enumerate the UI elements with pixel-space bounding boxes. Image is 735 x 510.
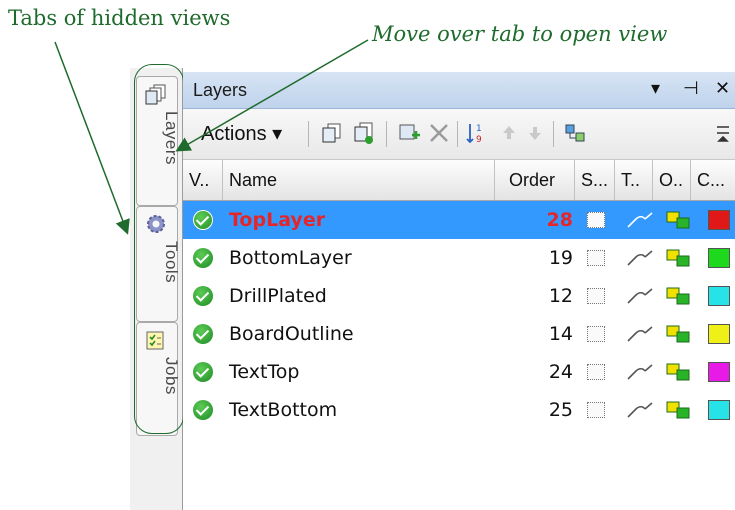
actions-dropdown-button[interactable]: Actions ▾: [201, 121, 282, 146]
visible-check-icon[interactable]: [193, 324, 213, 344]
layers-panel: Layers ▾ ⊣ ✕ Actions ▾ 1 9 V.. Name Orde…: [183, 72, 735, 510]
toolbar-overflow-icon[interactable]: [711, 121, 735, 145]
pencil-link-icon[interactable]: [626, 325, 654, 343]
move-up-icon[interactable]: [497, 121, 521, 145]
select-checkbox[interactable]: [587, 250, 605, 266]
pencil-link-icon[interactable]: [626, 249, 654, 267]
visible-check-icon[interactable]: [193, 362, 213, 382]
layer-name: TextBottom: [229, 399, 338, 421]
layer-color-swatch[interactable]: [708, 362, 730, 382]
toolbar-separator: [553, 121, 554, 147]
panel-titlebar: Layers ▾ ⊣ ✕: [183, 72, 735, 109]
layer-name: DrillPlated: [229, 285, 327, 307]
column-header-order[interactable]: Order: [495, 160, 575, 200]
visible-check-icon[interactable]: [193, 248, 213, 268]
visible-check-icon[interactable]: [193, 400, 213, 420]
annotation-move-over-tab: Move over tab to open view: [372, 22, 668, 46]
panel-menu-dropdown-button[interactable]: ▾: [651, 78, 660, 99]
delete-icon[interactable]: [427, 121, 451, 145]
toolbar-separator: [386, 121, 387, 147]
layer-color-swatch[interactable]: [708, 400, 730, 420]
layer-color-swatch[interactable]: [708, 210, 730, 230]
layer-order: 28: [546, 209, 573, 231]
move-down-icon[interactable]: [523, 121, 547, 145]
layer-color-swatch[interactable]: [708, 248, 730, 268]
layer-order: 24: [548, 361, 573, 383]
table-row[interactable]: TextTop 24: [183, 353, 735, 391]
select-checkbox[interactable]: [587, 402, 605, 418]
layer-objects-icon[interactable]: [665, 362, 693, 382]
select-checkbox[interactable]: [587, 364, 605, 380]
column-header-name[interactable]: Name: [223, 160, 495, 200]
toolbar-separator: [308, 121, 309, 147]
select-checkbox[interactable]: [587, 326, 605, 342]
layers-table-header: V.. Name Order S... T.. O.. C...: [183, 160, 735, 201]
layer-objects-icon[interactable]: [665, 210, 693, 230]
layer-name: TopLayer: [229, 209, 326, 231]
toolbar-separator: [457, 121, 458, 147]
table-row[interactable]: TopLayer 28: [183, 201, 735, 239]
layer-properties-icon[interactable]: [563, 121, 587, 145]
arrow-to-tabs: [54, 41, 130, 235]
select-checkbox[interactable]: [587, 212, 605, 228]
layer-order: 19: [548, 247, 573, 269]
layer-name: BoardOutline: [229, 323, 354, 345]
layer-objects-icon[interactable]: [665, 324, 693, 344]
table-row[interactable]: BottomLayer 19: [183, 239, 735, 277]
visible-check-icon[interactable]: [193, 210, 213, 230]
pencil-link-icon[interactable]: [626, 287, 654, 305]
new-layer-icon[interactable]: [351, 121, 375, 145]
panel-title: Layers: [193, 80, 248, 100]
pencil-link-icon[interactable]: [626, 363, 654, 381]
layer-objects-icon[interactable]: [665, 400, 693, 420]
pencil-link-icon[interactable]: [626, 211, 654, 229]
close-button[interactable]: ✕: [715, 78, 730, 99]
column-header-s[interactable]: S...: [575, 160, 615, 200]
layer-name: TextTop: [229, 361, 300, 383]
column-header-t[interactable]: T..: [615, 160, 653, 200]
layer-order: 12: [548, 285, 573, 307]
visible-check-icon[interactable]: [193, 286, 213, 306]
panel-toolbar: Actions ▾ 1 9: [183, 109, 735, 160]
table-row[interactable]: DrillPlated 12: [183, 277, 735, 315]
select-checkbox[interactable]: [587, 288, 605, 304]
sort-order-icon[interactable]: 1 9: [465, 121, 489, 145]
table-row[interactable]: TextBottom 25: [183, 391, 735, 429]
svg-text:1: 1: [476, 124, 482, 134]
svg-text:9: 9: [476, 135, 482, 145]
layer-color-swatch[interactable]: [708, 286, 730, 306]
annotation-tabs-of-hidden-views: Tabs of hidden views: [8, 6, 231, 30]
column-header-color[interactable]: C...: [691, 160, 735, 200]
layer-order: 14: [548, 323, 573, 345]
column-header-visible[interactable]: V..: [183, 160, 223, 200]
table-row[interactable]: BoardOutline 14: [183, 315, 735, 353]
tabs-highlight-outline: [134, 64, 184, 434]
layer-objects-icon[interactable]: [665, 286, 693, 306]
pin-button[interactable]: ⊣: [683, 78, 699, 99]
layer-order: 25: [548, 399, 573, 421]
column-header-o[interactable]: O..: [653, 160, 691, 200]
layer-name: BottomLayer: [229, 247, 352, 269]
layer-objects-icon[interactable]: [665, 248, 693, 268]
copy-layers-icon[interactable]: [319, 121, 343, 145]
pencil-link-icon[interactable]: [626, 401, 654, 419]
layer-color-swatch[interactable]: [708, 324, 730, 344]
add-item-icon[interactable]: [397, 121, 421, 145]
